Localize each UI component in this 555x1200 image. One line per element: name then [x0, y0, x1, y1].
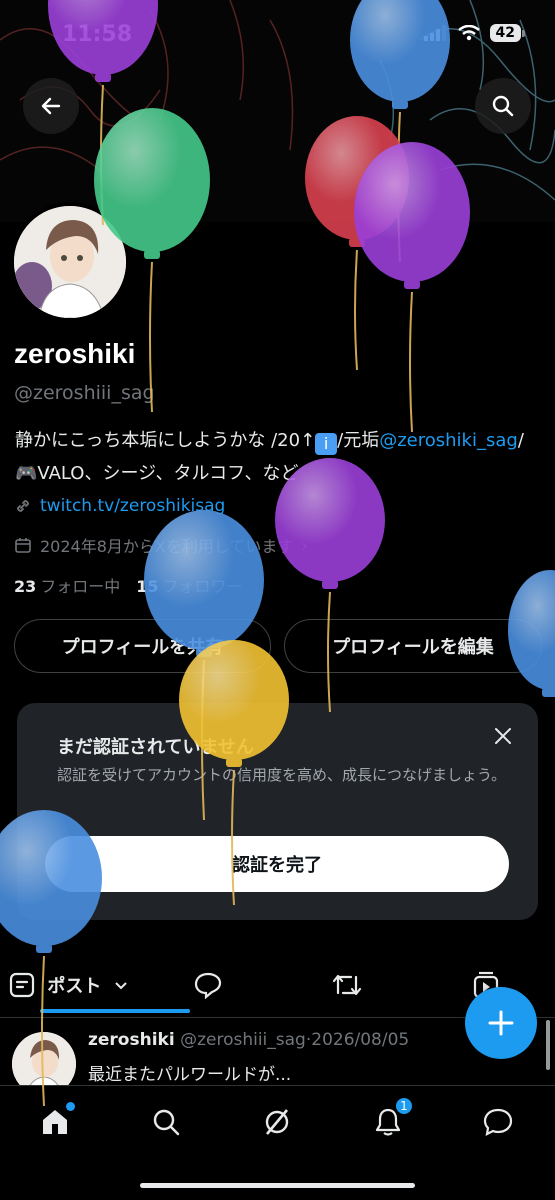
chevron-right-icon: ›	[301, 535, 308, 555]
share-profile-button[interactable]: プロフィールを共有	[14, 619, 271, 673]
search-icon	[153, 1109, 180, 1136]
bio-text-1: 静かにこっち本垢にしようかな /20↑	[15, 430, 316, 451]
profile-handle: @zeroshiii_sag	[14, 382, 155, 404]
signal-icon	[423, 25, 446, 41]
reply-icon	[195, 972, 222, 999]
calendar-icon	[15, 538, 31, 553]
profile-avatar[interactable]	[10, 202, 130, 322]
display-name: zeroshiki	[14, 338, 136, 369]
chevron-down-icon	[115, 982, 128, 990]
status-icons: 42	[423, 24, 526, 42]
status-bar: 11:58 42	[0, 0, 555, 70]
tab-posts[interactable]: ポスト	[0, 955, 190, 1015]
repost-icon	[332, 974, 361, 996]
nav-messages[interactable]	[478, 1102, 518, 1142]
follow-stats: 23 フォロー中 15 フォロワー	[14, 573, 243, 597]
post-avatar[interactable]	[12, 1032, 76, 1085]
post-date: 2026/08/05	[311, 1030, 410, 1050]
nav-home[interactable]	[35, 1102, 75, 1142]
plus-icon	[488, 1010, 514, 1036]
bio-text-2: /元垢	[337, 430, 380, 451]
search-icon	[492, 95, 514, 117]
followers-count: 15	[136, 577, 159, 596]
post-author-name[interactable]: zeroshiki	[88, 1030, 175, 1050]
bio-mention-link[interactable]: @zeroshiki_sag	[379, 430, 518, 451]
avatar-illustration	[14, 206, 126, 318]
standing-person-emoji-icon: i	[315, 433, 338, 455]
back-arrow-icon	[41, 97, 61, 115]
back-button[interactable]	[23, 78, 79, 134]
wifi-icon	[457, 25, 480, 41]
scrollbar[interactable]	[546, 1020, 550, 1070]
home-unread-dot	[66, 1102, 75, 1111]
following-label: フォロー中	[40, 577, 121, 596]
posts-icon	[10, 972, 35, 998]
home-icon	[43, 1110, 67, 1134]
verification-title: まだ認証されていません	[57, 737, 254, 758]
following-count: 23	[14, 577, 37, 596]
profile-link-row[interactable]: twitch.tv/zeroshikisag	[14, 496, 225, 516]
compose-button[interactable]	[465, 987, 537, 1059]
complete-verification-button[interactable]: 認証を完了	[45, 836, 509, 892]
join-date-row: 2024年8月からXを利用しています ›	[14, 533, 308, 557]
tab-reposts[interactable]	[278, 955, 417, 1015]
grok-icon	[265, 1109, 289, 1135]
post-text: 最近またパルワールドが...	[88, 1065, 292, 1085]
tab-posts-label: ポスト	[47, 976, 102, 997]
home-indicator	[140, 1183, 415, 1188]
search-button[interactable]	[475, 78, 531, 134]
avatar-illustration	[12, 1032, 76, 1085]
status-time: 11:58	[62, 22, 133, 47]
join-date: 2024年8月からXを利用しています	[40, 537, 294, 556]
tab-replies[interactable]	[139, 955, 278, 1015]
close-button[interactable]	[494, 727, 512, 749]
profile-link[interactable]: twitch.tv/zeroshikisag	[40, 496, 225, 516]
messages-icon	[483, 1108, 513, 1136]
post-author-handle: @zeroshiii_sag	[180, 1030, 306, 1050]
followers-link[interactable]: 15 フォロワー	[136, 573, 242, 597]
verification-description: 認証を受けてアカウントの信用度を高め、成長につなげましょう。	[57, 766, 507, 784]
battery-indicator: 42	[489, 24, 526, 42]
nav-search[interactable]	[146, 1102, 186, 1142]
nav-grok[interactable]	[257, 1102, 297, 1142]
followers-label: フォロワー	[162, 577, 243, 596]
following-link[interactable]: 23 フォロー中	[14, 573, 120, 597]
link-icon	[17, 500, 29, 512]
notification-badge: 1	[394, 1096, 414, 1116]
balloon	[275, 458, 385, 713]
profile-bio: 静かにこっち本垢にしようかな /20↑ i/元垢@zeroshiki_sag/🎮V…	[15, 424, 535, 490]
close-icon	[495, 728, 511, 744]
edit-profile-button[interactable]: プロフィールを編集	[284, 619, 542, 673]
verification-card: まだ認証されていません 認証を受けてアカウントの信用度を高め、成長につなげましょ…	[17, 703, 538, 920]
post-header: zeroshiki @zeroshiii_sag·2026/08/05	[88, 1030, 409, 1050]
nav-notifications[interactable]: 1	[368, 1096, 414, 1142]
